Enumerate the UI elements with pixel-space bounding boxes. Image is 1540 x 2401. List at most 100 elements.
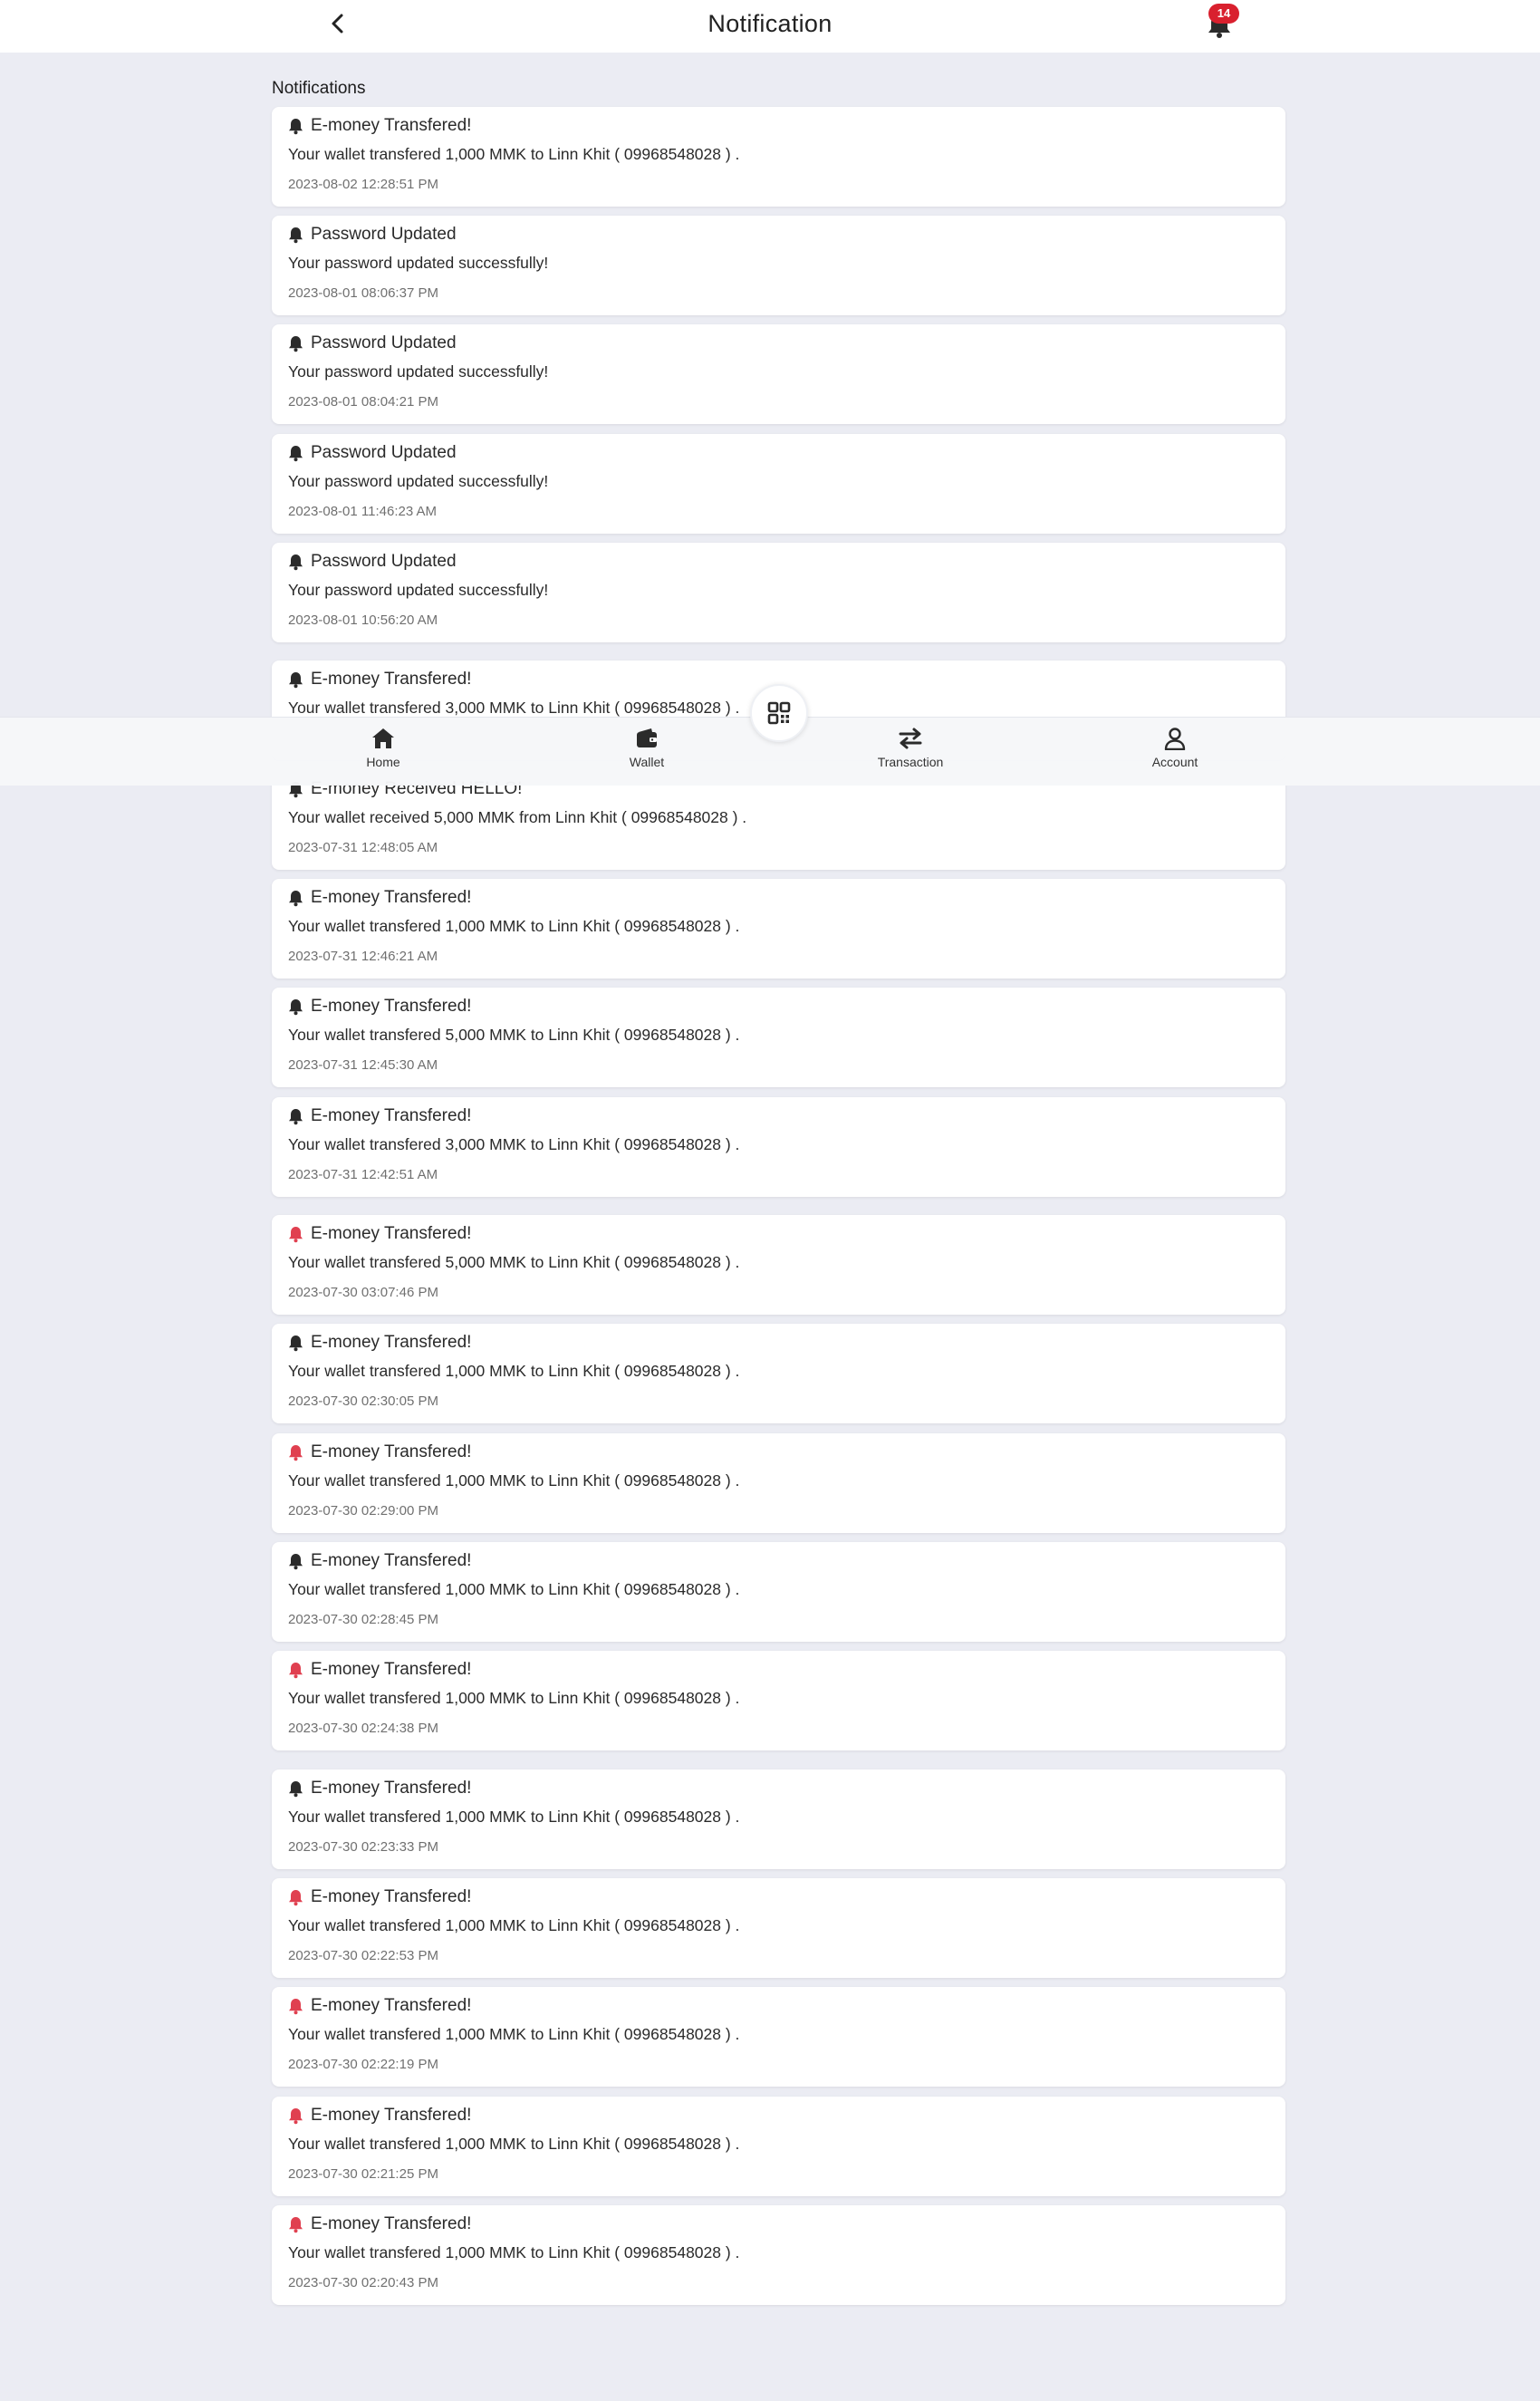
notification-card[interactable]: E-money Transfered! Your wallet transfere…: [272, 1433, 1285, 1533]
notification-timestamp: 2023-07-30 02:28:45 PM: [288, 1612, 438, 1627]
notification-title-row: E-money Transfered!: [288, 1549, 471, 1573]
notification-card[interactable]: E-money Transfered! Your wallet transfere…: [272, 2097, 1285, 2196]
bell-icon: [289, 1335, 303, 1351]
notification-title-row: E-money Transfered!: [288, 1104, 471, 1128]
notification-title: E-money Transfered!: [311, 997, 472, 1016]
notification-timestamp: 2023-08-01 08:06:37 PM: [288, 285, 438, 301]
top-app-bar: Notification 14: [0, 0, 1540, 53]
notification-card[interactable]: E-money Transfered! Your wallet transfere…: [272, 1769, 1285, 1869]
nav-transaction[interactable]: Transaction: [847, 727, 974, 781]
notification-timestamp: 2023-07-30 02:22:19 PM: [288, 2057, 438, 2072]
notification-title-row: E-money Transfered!: [288, 1777, 471, 1800]
notification-title-row: E-money Transfered!: [288, 1885, 471, 1909]
nav-account[interactable]: Account: [1112, 727, 1238, 781]
notification-timestamp: 2023-07-30 02:22:53 PM: [288, 1948, 438, 1963]
page-title: Notification: [707, 10, 833, 37]
notification-card[interactable]: E-money Transfered! Your wallet transfere…: [272, 1215, 1285, 1315]
home-icon: [372, 728, 394, 748]
bell-icon: [289, 2216, 303, 2232]
notification-title-row: E-money Transfered!: [288, 668, 471, 691]
bell-icon: [289, 1226, 303, 1242]
notification-title: E-money Transfered!: [311, 1887, 472, 1906]
nav-account-label: Account: [1151, 755, 1198, 769]
notification-message: Your wallet transfered 1,000 MMK to Linn…: [288, 1689, 740, 1707]
qr-scan-button[interactable]: [750, 684, 808, 742]
nav-wallet[interactable]: Wallet: [583, 727, 710, 781]
notification-message: Your wallet transfered 1,000 MMK to Linn…: [288, 1362, 740, 1380]
wallet-icon: [637, 728, 657, 747]
notification-card[interactable]: Password Updated Your password updated su…: [272, 434, 1285, 534]
notification-timestamp: 2023-07-31 12:42:51 AM: [288, 1167, 438, 1182]
notification-count-badge: 14: [1208, 4, 1239, 24]
qr-scan-icon: [767, 701, 791, 725]
notification-title: E-money Transfered!: [311, 1442, 472, 1461]
bell-icon: [289, 2107, 303, 2124]
transfer-arrows-icon: [899, 728, 922, 749]
notification-title: E-money Transfered!: [311, 2106, 472, 2125]
notification-timestamp: 2023-07-30 02:29:00 PM: [288, 1503, 438, 1519]
notification-title-row: E-money Transfered!: [288, 1222, 471, 1246]
notification-title: E-money Transfered!: [311, 1106, 472, 1125]
notification-card[interactable]: E-money Transfered! Your wallet transfere…: [272, 1097, 1285, 1197]
notification-message: Your password updated successfully!: [288, 362, 549, 381]
notification-title-row: Password Updated: [288, 441, 457, 465]
notification-title: E-money Transfered!: [311, 2214, 472, 2233]
nav-wallet-label: Wallet: [629, 755, 665, 769]
bell-icon: [289, 1553, 303, 1569]
bell-icon: [289, 1108, 303, 1124]
notification-title-row: E-money Transfered!: [288, 2213, 471, 2236]
notification-title-row: Password Updated: [288, 223, 457, 246]
notification-timestamp: 2023-07-31 12:48:05 AM: [288, 840, 438, 855]
notification-title-row: Password Updated: [288, 550, 457, 574]
notification-card[interactable]: E-money Transfered! Your wallet transfere…: [272, 1542, 1285, 1642]
notification-message: Your wallet transfered 1,000 MMK to Linn…: [288, 1916, 740, 1934]
notification-timestamp: 2023-07-30 02:20:43 PM: [288, 2275, 438, 2290]
notification-title-row: E-money Transfered!: [288, 1441, 471, 1464]
notification-message: Your wallet transfered 3,000 MMK to Linn…: [288, 699, 740, 717]
notification-card[interactable]: Password Updated Your password updated su…: [272, 216, 1285, 315]
notification-title: Password Updated: [311, 225, 457, 244]
notification-card[interactable]: E-money Transfered! Your wallet transfere…: [272, 1878, 1285, 1978]
notification-card[interactable]: Password Updated Your password updated su…: [272, 324, 1285, 424]
notification-message: Your wallet transfered 1,000 MMK to Linn…: [288, 1808, 740, 1826]
notification-title: E-money Transfered!: [311, 1996, 472, 2015]
notification-title: E-money Transfered!: [311, 1551, 472, 1570]
bell-icon: [289, 1444, 303, 1461]
notification-title: E-money Transfered!: [311, 1224, 472, 1243]
nav-home-label: Home: [366, 755, 400, 769]
bell-icon: [289, 1780, 303, 1797]
notification-message: Your wallet transfered 5,000 MMK to Linn…: [288, 1253, 740, 1271]
notification-title: E-money Transfered!: [311, 116, 472, 135]
notification-title: E-money Transfered!: [311, 1660, 472, 1679]
notification-timestamp: 2023-08-01 11:46:23 AM: [288, 504, 438, 519]
bell-icon: [289, 890, 303, 906]
notification-card[interactable]: E-money Transfered! Your wallet transfere…: [272, 1987, 1285, 2087]
notification-timestamp: 2023-08-01 08:04:21 PM: [288, 394, 438, 410]
notification-card[interactable]: E-money Transfered! Your wallet transfere…: [272, 1651, 1285, 1750]
bell-icon: [289, 998, 303, 1015]
notification-title-row: E-money Transfered!: [288, 886, 471, 910]
notification-card[interactable]: E-money Transfered! Your wallet transfere…: [272, 879, 1285, 979]
notification-message: Your wallet transfered 5,000 MMK to Linn…: [288, 1026, 740, 1044]
notification-card[interactable]: E-money Transfered! Your wallet transfere…: [272, 2205, 1285, 2305]
notification-card[interactable]: Password Updated Your password updated su…: [272, 543, 1285, 642]
notification-title: E-money Transfered!: [311, 1333, 472, 1352]
notification-timestamp: 2023-07-30 02:30:05 PM: [288, 1393, 438, 1409]
notification-card[interactable]: E-money Transfered! Your wallet transfere…: [272, 107, 1285, 207]
notification-message: Your wallet transfered 1,000 MMK to Linn…: [288, 145, 740, 163]
notification-card[interactable]: E-money Transfered! Your wallet transfere…: [272, 988, 1285, 1087]
section-heading: Notifications: [272, 79, 366, 98]
notification-card[interactable]: E-money Transfered! Your wallet transfere…: [272, 1324, 1285, 1423]
bell-icon: [289, 554, 303, 570]
notification-message: Your wallet transfered 1,000 MMK to Linn…: [288, 2243, 740, 2261]
bell-icon: [289, 1889, 303, 1905]
notification-timestamp: 2023-07-31 12:45:30 AM: [288, 1057, 438, 1073]
notification-title: E-money Transfered!: [311, 670, 472, 689]
notification-timestamp: 2023-07-30 02:23:33 PM: [288, 1839, 438, 1855]
notification-title-row: E-money Transfered!: [288, 995, 471, 1018]
notification-timestamp: 2023-08-01 10:56:20 AM: [288, 612, 438, 628]
notification-timestamp: 2023-08-02 12:28:51 PM: [288, 177, 438, 192]
notification-title-row: E-money Transfered!: [288, 2104, 471, 2127]
nav-home[interactable]: Home: [320, 727, 447, 781]
notification-message: Your wallet transfered 1,000 MMK to Linn…: [288, 2025, 740, 2043]
